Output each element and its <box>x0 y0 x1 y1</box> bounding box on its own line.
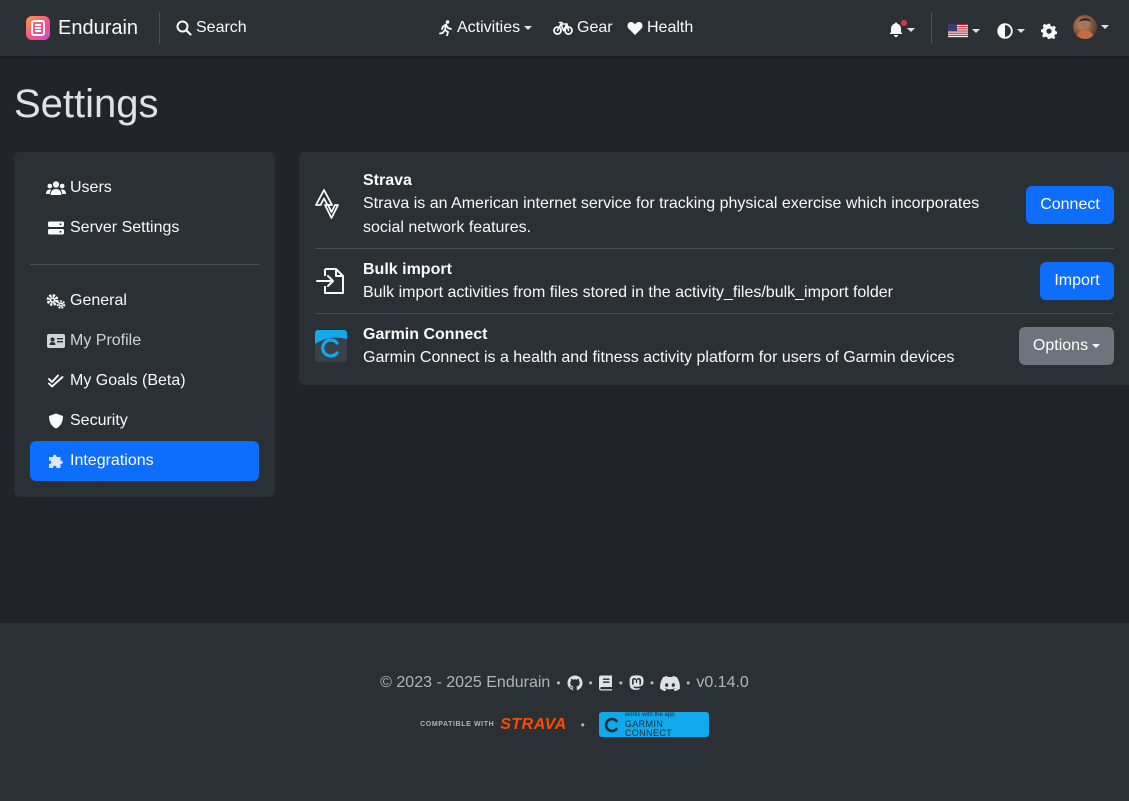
half-circle-contrast-icon <box>997 23 1013 39</box>
health-label: Health <box>647 19 694 36</box>
garmin-connect-icon <box>315 330 347 362</box>
theme-dropdown[interactable] <box>997 20 1025 42</box>
separator-dot: • <box>580 717 585 732</box>
integration-row-bulk-import: Bulk import Bulk import activities from … <box>315 249 1114 314</box>
navbar-divider <box>931 12 932 44</box>
sidebar-item-label: Users <box>70 179 112 196</box>
sidebar-item-my-profile[interactable]: My Profile <box>30 321 259 361</box>
notification-badge <box>900 19 908 27</box>
gears-icon <box>46 293 66 309</box>
gear-label: Gear <box>577 19 613 36</box>
strava-compatible-badge[interactable]: COMPATIBLE WITH STRAVA <box>420 716 566 734</box>
user-avatar <box>1073 15 1097 39</box>
server-icon <box>46 220 66 236</box>
strava-connect-button[interactable]: Connect <box>1026 186 1114 224</box>
search-icon <box>176 20 192 36</box>
endurain-logo-icon <box>26 16 50 40</box>
gear-icon <box>1041 23 1057 39</box>
language-dropdown[interactable] <box>948 20 980 42</box>
garmin-connect-badge[interactable]: works with the app GARMIN CONNECT <box>598 711 709 738</box>
mastodon-icon[interactable] <box>629 675 644 691</box>
sidebar-item-label: Server Settings <box>70 219 180 236</box>
chevron-down-icon <box>524 26 533 30</box>
sidebar-item-my-goals[interactable]: My Goals (Beta) <box>30 361 259 401</box>
top-navbar: Endurain Search Activities Gear Health <box>0 0 1129 56</box>
sidebar-divider <box>30 264 259 265</box>
activities-dropdown[interactable]: Activities <box>439 17 533 39</box>
chevron-down-icon <box>1017 29 1025 33</box>
bulk-import-button[interactable]: Import <box>1040 262 1114 300</box>
separator-dot: • <box>649 676 655 690</box>
garmin-badge-text: works with the app GARMIN CONNECT <box>625 711 709 738</box>
chevron-down-icon <box>972 29 980 33</box>
chevron-down-icon <box>1101 25 1109 29</box>
sidebar-item-integrations[interactable]: Integrations <box>30 441 259 481</box>
separator-dot: • <box>588 676 593 690</box>
check-double-icon <box>46 374 66 388</box>
activities-label: Activities <box>457 19 521 36</box>
partner-badges: COMPATIBLE WITH STRAVA • works with the … <box>0 711 1129 738</box>
github-icon[interactable] <box>567 675 583 691</box>
navbar-divider <box>159 12 160 44</box>
sidebar-item-server-settings[interactable]: Server Settings <box>30 208 259 248</box>
health-link[interactable]: Health <box>627 17 693 39</box>
bicycle-icon <box>553 20 573 36</box>
notifications-dropdown[interactable] <box>889 19 915 41</box>
book-icon[interactable] <box>598 675 613 691</box>
discord-icon[interactable] <box>660 675 681 691</box>
puzzle-icon <box>46 453 66 469</box>
heart-icon <box>627 21 643 36</box>
garmin-badge-big-text: GARMIN CONNECT <box>624 719 673 738</box>
separator-dot: • <box>618 676 623 690</box>
separator-dot: • <box>686 676 691 690</box>
integration-title: Strava <box>363 172 412 189</box>
version-text: v0.14.0 <box>696 674 749 691</box>
integration-row-garmin-connect: Garmin Connect Garmin Connect is a healt… <box>315 314 1114 385</box>
integration-row-strava: Strava Strava is an American internet se… <box>315 168 1114 249</box>
id-card-icon <box>46 334 66 348</box>
integration-title: Bulk import <box>363 261 452 278</box>
settings-sidebar: Users Server Settings General My Profile… <box>14 152 275 497</box>
strava-badge-small-text: COMPATIBLE WITH <box>420 721 495 728</box>
brand-link[interactable]: Endurain <box>26 16 138 40</box>
gear-link[interactable]: Gear <box>553 17 613 39</box>
running-person-icon <box>439 20 453 36</box>
sidebar-item-label: My Profile <box>70 332 142 349</box>
brand-name: Endurain <box>58 16 139 39</box>
strava-badge-word: STRAVA <box>500 715 567 733</box>
footer-credits: © 2023 - 2025 Endurain • • • • • v0.14.0 <box>0 674 1129 692</box>
sidebar-item-label: Security <box>70 412 128 429</box>
sidebar-item-general[interactable]: General <box>30 281 259 321</box>
sidebar-item-label: General <box>70 292 127 309</box>
page-title: Settings <box>14 82 159 126</box>
integration-description: Strava is an American internet service f… <box>363 195 980 236</box>
separator-dot: • <box>556 676 561 690</box>
garmin-options-button[interactable]: Options <box>1019 327 1114 365</box>
footer: © 2023 - 2025 Endurain • • • • • v0.14.0… <box>0 623 1129 801</box>
chevron-down-icon <box>1092 344 1101 348</box>
search-label: Search <box>196 19 247 36</box>
sidebar-item-label: My Goals (Beta) <box>70 372 186 389</box>
integration-description: Bulk import activities from files stored… <box>363 284 893 301</box>
file-import-icon <box>315 265 347 297</box>
strava-icon <box>315 188 339 220</box>
settings-link[interactable] <box>1041 20 1057 42</box>
bell-icon <box>889 19 908 38</box>
shield-icon <box>46 413 66 429</box>
options-button-label: Options <box>1032 337 1089 354</box>
search-link[interactable]: Search <box>176 17 247 39</box>
user-menu-dropdown[interactable] <box>1073 15 1109 39</box>
garmin-connect-logo-icon <box>603 716 621 734</box>
integration-description: Garmin Connect is a health and fitness a… <box>363 349 955 366</box>
integrations-card: Strava Strava is an American internet se… <box>299 152 1129 385</box>
sidebar-item-security[interactable]: Security <box>30 401 259 441</box>
integration-title: Garmin Connect <box>363 326 488 343</box>
sidebar-item-label: Integrations <box>70 452 154 469</box>
copyright-text: © 2023 - 2025 Endurain <box>380 674 551 691</box>
us-flag-icon <box>948 24 968 38</box>
chevron-down-icon <box>907 28 915 32</box>
users-icon <box>46 180 66 196</box>
sidebar-item-users[interactable]: Users <box>30 168 259 208</box>
